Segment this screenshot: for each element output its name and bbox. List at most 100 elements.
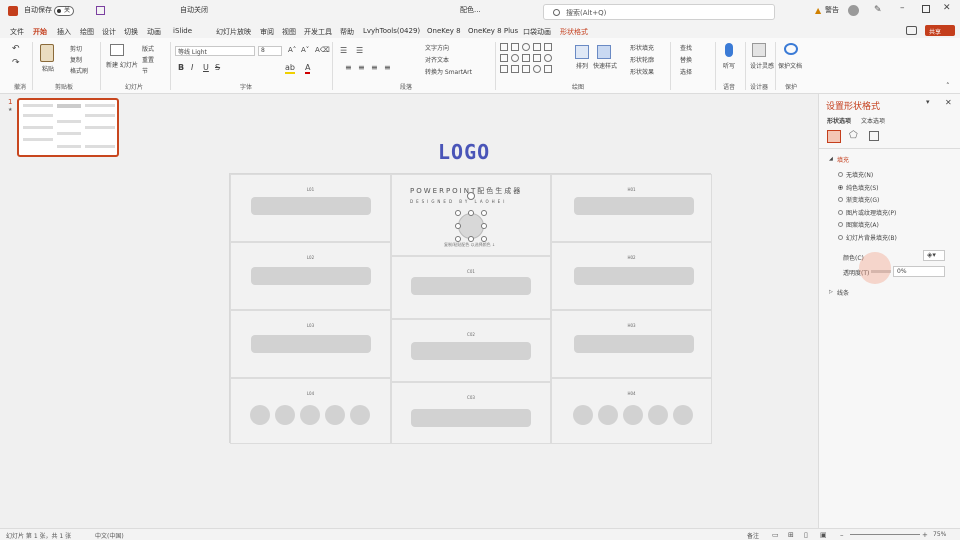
font-color-icon[interactable]: A [305, 63, 311, 74]
radio-gradient-fill[interactable] [838, 197, 843, 202]
color-bar[interactable] [251, 267, 371, 285]
pane-dropdown-icon[interactable]: ▾ [926, 98, 930, 106]
section-button[interactable]: 节 [142, 66, 148, 75]
tab-text-options[interactable]: 文本选项 [861, 116, 885, 125]
avatar[interactable] [848, 5, 859, 16]
paste-label[interactable]: 粘贴 [42, 64, 54, 73]
align-center-icon[interactable]: ≡ [358, 63, 365, 72]
color-bar[interactable] [411, 342, 531, 360]
tab-draw[interactable]: 绘图 [80, 27, 94, 37]
undo-icon[interactable]: ↶ [12, 44, 20, 54]
cell-h01[interactable]: H01 [551, 174, 712, 242]
tab-slideshow[interactable]: 幻灯片放映 [216, 27, 251, 37]
text-direction-button[interactable]: 文字方向 [425, 43, 449, 52]
color-bar[interactable] [411, 277, 531, 295]
close-icon[interactable]: ✕ [943, 3, 951, 13]
tab-review[interactable]: 审阅 [260, 27, 274, 37]
numbering-icon[interactable]: ☰ [356, 46, 363, 55]
tab-design[interactable]: 设计 [102, 27, 116, 37]
resize-handle[interactable] [468, 236, 474, 242]
redo-icon[interactable]: ↷ [12, 58, 20, 68]
pen-icon[interactable]: ✎ [874, 5, 882, 15]
grow-font-icon[interactable]: A˄ [288, 46, 296, 54]
replace-button[interactable]: 替换 [680, 55, 692, 64]
tab-help[interactable]: 帮助 [340, 27, 354, 37]
resize-handle[interactable] [481, 236, 487, 242]
zoom-out-icon[interactable]: – [840, 531, 844, 539]
color-bar[interactable] [411, 409, 531, 427]
shapes-gallery[interactable] [500, 43, 564, 79]
normal-view-icon[interactable]: ▭ [772, 531, 779, 539]
bullets-icon[interactable]: ☰ [340, 46, 347, 55]
fill-section-chevron-icon[interactable]: ◢ [829, 156, 833, 162]
zoom-in-icon[interactable]: + [922, 531, 928, 539]
arrange-button[interactable]: 排列 [576, 61, 588, 70]
color-swatch[interactable] [275, 405, 295, 425]
radio-background-fill[interactable] [838, 235, 843, 240]
italic-icon[interactable]: I [191, 63, 193, 72]
language-indicator[interactable]: 中文(中国) [95, 531, 124, 540]
align-text-button[interactable]: 对齐文本 [425, 55, 449, 64]
fill-line-icon[interactable] [827, 130, 841, 143]
strikethrough-icon[interactable]: S [215, 63, 220, 72]
quick-styles-button[interactable]: 快速样式 [593, 61, 617, 70]
color-swatch[interactable] [598, 405, 618, 425]
cell-h02[interactable]: H02 [551, 242, 712, 310]
color-bar[interactable] [574, 335, 694, 353]
line-section-chevron-icon[interactable]: ▷ [829, 289, 833, 295]
tab-onekey8[interactable]: OneKey 8 [427, 27, 461, 35]
underline-icon[interactable]: U [203, 63, 209, 72]
minimize-button[interactable]: – [900, 3, 905, 13]
tab-transitions[interactable]: 切换 [124, 27, 138, 37]
cell-h03[interactable]: H03 [551, 310, 712, 378]
color-swatch[interactable] [300, 405, 320, 425]
quick-styles-icon[interactable] [597, 45, 611, 59]
cell-l01[interactable]: L01 [230, 174, 391, 242]
cell-l03[interactable]: L03 [230, 310, 391, 378]
find-button[interactable]: 查找 [680, 43, 692, 52]
tab-shape-options[interactable]: 形状选项 [827, 116, 851, 125]
protect-button[interactable]: 保护文档 [778, 61, 802, 70]
color-swatch[interactable] [325, 405, 345, 425]
align-right-icon[interactable]: ≡ [371, 63, 378, 72]
slide-sorter-icon[interactable]: ⊞ [788, 531, 794, 539]
shrink-font-icon[interactable]: A˅ [301, 46, 309, 54]
dictate-button[interactable]: 听写 [723, 61, 735, 70]
cut-button[interactable]: 剪切 [70, 44, 82, 53]
arrange-icon[interactable] [575, 45, 589, 59]
layout-button[interactable]: 版式 [142, 44, 154, 53]
warning-label[interactable]: 警告 [825, 5, 839, 15]
tab-onekey8plus[interactable]: OneKey 8 Plus [468, 27, 518, 35]
cell-h04[interactable]: H04 [551, 378, 712, 444]
justify-icon[interactable]: ≡ [384, 63, 391, 72]
tab-animations[interactable]: 动画 [147, 27, 161, 37]
color-swatch[interactable] [623, 405, 643, 425]
radio-no-fill[interactable] [838, 172, 843, 177]
select-button[interactable]: 选择 [680, 67, 692, 76]
convert-smartart-button[interactable]: 转换为 SmartArt [425, 67, 472, 76]
restore-button[interactable] [922, 5, 930, 13]
tab-shape-format[interactable]: 形状格式 [560, 27, 588, 37]
bold-icon[interactable]: B [178, 63, 184, 72]
radio-picture-fill[interactable] [838, 210, 843, 215]
comments-icon[interactable] [906, 26, 917, 35]
slideshow-icon[interactable]: ▣ [820, 531, 827, 539]
color-bar[interactable] [251, 335, 371, 353]
share-button[interactable]: 共享 [925, 25, 955, 36]
color-bar[interactable] [574, 267, 694, 285]
reading-view-icon[interactable]: ▯ [804, 531, 808, 539]
protect-icon[interactable] [784, 43, 798, 55]
resize-handle[interactable] [455, 223, 461, 229]
rotate-handle[interactable] [467, 192, 475, 200]
color-swatch[interactable] [673, 405, 693, 425]
notes-button[interactable]: 备注 [747, 531, 759, 540]
tab-islide[interactable]: iSlide [173, 27, 192, 35]
save-icon[interactable] [96, 6, 105, 15]
shape-outline-button[interactable]: 形状轮廓 [630, 55, 654, 64]
cell-c01[interactable]: C01 [391, 256, 551, 319]
search-input[interactable]: 搜索(Alt+Q) [543, 4, 775, 20]
color-swatch[interactable] [648, 405, 668, 425]
clear-format-icon[interactable]: A⌫ [315, 46, 330, 54]
color-bar[interactable] [251, 197, 371, 215]
cell-l02[interactable]: L02 [230, 242, 391, 310]
